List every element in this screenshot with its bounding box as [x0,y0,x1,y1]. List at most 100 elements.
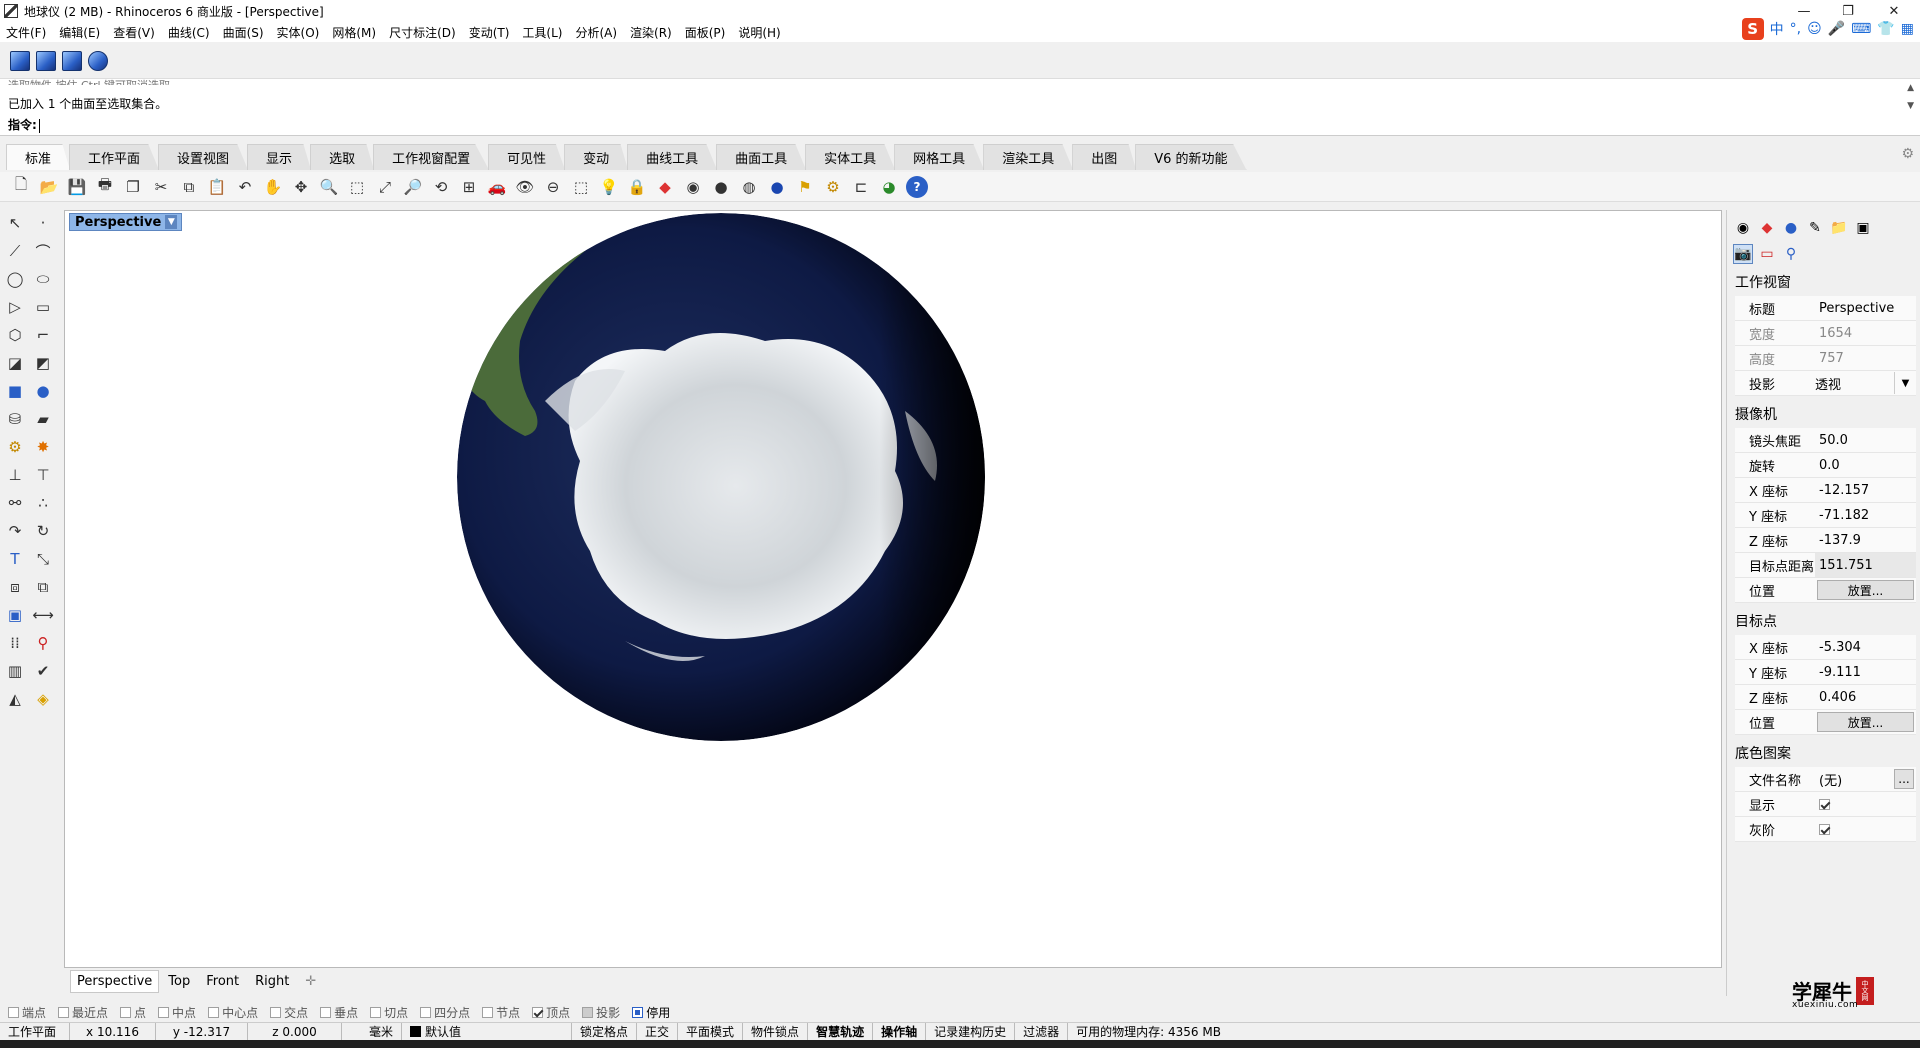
menu-solid[interactable]: 实体(O) [277,24,320,41]
zoom-icon[interactable]: 🔍 [318,176,340,198]
menu-mesh[interactable]: 网格(M) [332,24,376,41]
menu-analyze[interactable]: 分析(A) [575,24,617,41]
target-place-button[interactable]: 放置... [1817,712,1914,732]
help-icon[interactable]: ? [906,175,928,198]
extrude-icon[interactable]: ⛁ [4,408,26,430]
material-sphere-icon[interactable]: ● [766,176,788,198]
brush-icon[interactable]: ✎ [1805,218,1825,238]
status-gumball[interactable]: 操作轴 [873,1023,927,1040]
dimension-icon[interactable]: ⊏ [850,176,872,198]
status-smarttrack[interactable]: 智慧轨迹 [808,1023,874,1040]
rotation-value[interactable]: 0.0 [1815,453,1916,477]
grid-array-icon[interactable]: ⁞⁞ [4,632,26,654]
object-props-icon[interactable]: ⚲ [1781,244,1801,264]
tab-transform[interactable]: 变动 [564,144,629,170]
menu-file[interactable]: 文件(F) [6,24,46,41]
view-tab-top[interactable]: Top [161,970,197,993]
curve-edit-icon[interactable]: ⬡ [4,324,26,346]
render-sphere-icon[interactable]: ◍ [738,176,760,198]
ungroup-icon[interactable]: ∴ [32,492,54,514]
rotate-view-icon[interactable]: ✥ [290,176,312,198]
import-icon[interactable]: ❐ [122,176,144,198]
checkbox[interactable] [420,1006,432,1018]
menu-curve[interactable]: 曲线(C) [168,24,210,41]
checkbox[interactable] [632,1006,644,1018]
status-cplane[interactable]: 工作平面 [0,1023,70,1040]
viewport-frame-icon[interactable]: ▭ [1757,244,1777,264]
undo-icon[interactable]: ↶ [234,176,256,198]
tools-gear-icon[interactable]: ⚙ [822,176,844,198]
layer-icon[interactable]: ◆ [654,176,676,198]
copy-icon[interactable]: ⧉ [178,176,200,198]
view-tab-right[interactable]: Right [248,970,296,993]
grayscale-checkbox[interactable] [1819,823,1830,835]
status-lock-grid[interactable]: 锁定格点 [572,1023,638,1040]
array-icon[interactable]: ⧈ [4,576,26,598]
checkbox[interactable] [482,1006,494,1018]
tab-display[interactable]: 显示 [247,144,312,170]
ime-lang-indicator[interactable]: 中 [1770,19,1784,39]
status-ortho[interactable]: 正交 [637,1023,679,1040]
camera-z-value[interactable]: -137.9 [1815,528,1916,552]
ghosted-cube-icon[interactable] [88,51,108,71]
tab-solid-tools[interactable]: 实体工具 [805,144,896,170]
tab-set-view[interactable]: 设置视图 [158,144,249,170]
shaded-cube-icon[interactable] [36,51,56,71]
layers-icon[interactable]: ◆ [1757,218,1777,238]
save-icon[interactable]: 💾 [66,176,88,198]
render-icon[interactable]: ◈ [32,688,54,710]
tab-surface-tools[interactable]: 曲面工具 [716,144,807,170]
transform-gear-icon[interactable]: ⚙ [4,436,26,458]
options-flag-icon[interactable]: ⚑ [794,176,816,198]
zoom-extents-icon[interactable]: ⤢ [374,176,396,198]
light-bulb-icon[interactable]: 💡 [598,176,620,198]
split-icon[interactable]: ⊤ [32,464,54,486]
status-layer[interactable]: 默认值 [402,1023,572,1040]
menu-panels[interactable]: 面板(P) [685,24,726,41]
checkbox[interactable] [58,1006,70,1018]
color-wheel-icon[interactable]: ◉ [682,176,704,198]
checkbox[interactable] [320,1006,332,1018]
tab-curve-tools[interactable]: 曲线工具 [627,144,718,170]
checkbox[interactable] [158,1006,170,1018]
rendered-cube-icon[interactable] [62,51,82,71]
cplane-icon[interactable]: ⊖ [542,176,564,198]
control-point-curve-icon[interactable]: ⌒ [32,240,54,262]
checkbox[interactable] [532,1006,544,1018]
scroll-up-icon[interactable]: ▲ [1907,83,1914,93]
tab-mesh-tools[interactable]: 网格工具 [894,144,985,170]
open-file-icon[interactable]: 📂 [38,176,60,198]
add-view-tab-icon[interactable]: ✛ [298,970,323,993]
menu-view[interactable]: 查看(V) [113,24,155,41]
folder-icon[interactable]: 📁 [1829,218,1849,238]
tab-viewport-layout[interactable]: 工作视窗配置 [373,144,490,170]
status-osnap[interactable]: 物件锁点 [743,1023,809,1040]
status-filter[interactable]: 过滤器 [1015,1023,1069,1040]
camera-x-value[interactable]: -12.157 [1815,478,1916,502]
tab-visibility[interactable]: 可见性 [488,144,566,170]
shade-sphere-icon[interactable]: ● [710,176,732,198]
tab-drafting[interactable]: 出图 [1072,144,1137,170]
skin-icon[interactable]: 👕 [1877,21,1894,37]
perspective-viewport[interactable]: Perspective ▼ [64,210,1722,968]
menu-surface[interactable]: 曲面(S) [223,24,264,41]
command-prompt[interactable]: 指令: [8,116,40,133]
camera-icon[interactable]: 📷 [1733,244,1753,264]
microphone-icon[interactable]: 🎤 [1828,21,1845,37]
title-value[interactable]: Perspective [1815,296,1916,320]
scale-icon[interactable]: ⤡ [32,548,54,570]
check-icon[interactable]: ✔ [32,660,54,682]
surface-icon[interactable]: ◪ [4,352,26,374]
dimension-line-icon[interactable]: ⟷ [32,604,54,626]
color-wheel-icon[interactable]: ◉ [1733,218,1753,238]
polygon-icon[interactable]: ▷ [4,296,26,318]
circle-icon[interactable]: ◯ [4,268,26,290]
checkbox[interactable] [270,1006,282,1018]
polyline-icon[interactable]: ⟋ [4,240,26,262]
target-y-value[interactable]: -9.111 [1815,660,1916,684]
point-icon[interactable]: · [32,212,54,234]
file-name-value[interactable]: (无) [1815,767,1892,791]
cut-icon[interactable]: ✂ [150,176,172,198]
status-planar[interactable]: 平面模式 [678,1023,744,1040]
settings-gear-icon[interactable]: ⚙ [1901,146,1914,162]
